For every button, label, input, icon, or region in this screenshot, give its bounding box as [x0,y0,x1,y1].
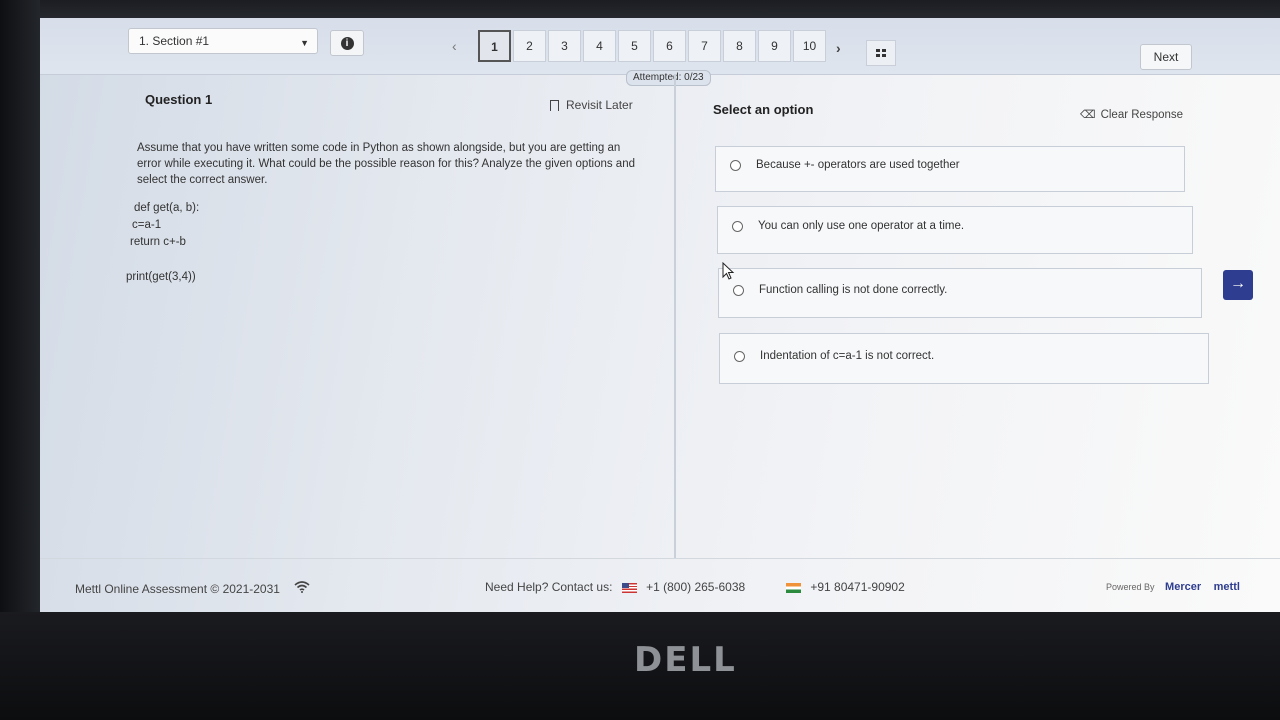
options-heading: Select an option [713,102,814,117]
page-button-10[interactable]: 10 [793,30,826,62]
mercer-logo: Mercer [1165,581,1202,593]
wifi-icon [294,581,310,596]
info-button[interactable]: i [330,30,364,56]
page-button-5[interactable]: 5 [618,30,651,62]
radio-button[interactable] [732,221,743,232]
powered-by-label: Powered By [1106,582,1155,592]
eraser-icon: ⌫ [1080,109,1096,121]
prev-page-arrow[interactable]: ‹ [452,38,457,54]
code-line: print(get(3,4)) [126,271,196,283]
page-button-4[interactable]: 4 [583,30,616,62]
grid-icon [876,49,886,57]
us-flag-icon [621,582,637,593]
option-label: Indentation of c=a-1 is not correct. [760,350,935,362]
page-button-6[interactable]: 6 [653,30,686,62]
option-label: Because +- operators are used together [756,159,960,171]
help-contact-india: +91 80471-90902 [780,580,905,594]
option-1[interactable]: Because +- operators are used together [715,146,1185,192]
clear-response-label: Clear Response [1100,108,1184,121]
dell-logo: DELL [634,640,737,680]
pane-divider [674,74,676,558]
screen: 1. Section #1 ▼ i ‹ 1 2 3 4 5 6 7 8 9 10… [40,18,1280,614]
radio-button[interactable] [733,285,744,296]
next-button[interactable]: Next [1140,44,1192,70]
top-bar: 1. Section #1 ▼ i ‹ 1 2 3 4 5 6 7 8 9 10… [40,18,1280,75]
revisit-later-button[interactable]: Revisit Later [550,98,633,112]
section-dropdown[interactable]: 1. Section #1 ▼ [128,28,318,54]
copyright-text: Mettl Online Assessment © 2021-2031 [75,582,280,596]
monitor-bezel-left [0,0,40,620]
page-button-2[interactable]: 2 [513,30,546,62]
clear-response-button[interactable]: ⌫ Clear Response [1080,108,1184,122]
help-contact: Need Help? Contact us: +1 (800) 265-6038 [485,580,745,594]
page-button-8[interactable]: 8 [723,30,756,62]
chevron-down-icon: ▼ [300,38,309,48]
code-line: def get(a, b): [134,202,200,214]
option-3[interactable]: Function calling is not done correctly. [718,268,1202,318]
grid-view-button[interactable] [866,40,896,66]
footer: Mettl Online Assessment © 2021-2031 Need… [40,558,1280,614]
page-button-9[interactable]: 9 [758,30,791,62]
mettl-logo: mettl [1213,581,1240,593]
india-flag-icon [786,582,801,593]
code-line: return c+-b [130,236,186,248]
help-label: Need Help? Contact us: [485,580,613,594]
radio-button[interactable] [730,160,741,171]
page-button-1[interactable]: 1 [478,30,511,62]
bookmark-icon [550,99,559,111]
code-line: c=a-1 [132,219,162,231]
option-2[interactable]: You can only use one operator at a time. [717,206,1193,254]
powered-by: Powered By Mercer mettl [1106,581,1240,593]
info-icon: i [340,36,354,50]
page-button-3[interactable]: 3 [548,30,581,62]
question-pager: 1 2 3 4 5 6 7 8 9 10 [478,30,828,62]
question-title: Question 1 [145,92,213,107]
question-text: Assume that you have written some code i… [137,142,635,186]
option-4[interactable]: Indentation of c=a-1 is not correct. [719,333,1209,384]
section-dropdown-label: 1. Section #1 [139,34,210,48]
radio-button[interactable] [734,351,745,362]
page-button-7[interactable]: 7 [688,30,721,62]
attempted-badge: Attempted: 0/23 [626,70,711,86]
phone-in: +91 80471-90902 [810,580,905,594]
option-label: Function calling is not done correctly. [759,284,948,296]
revisit-later-label: Revisit Later [566,98,633,112]
option-label: You can only use one operator at a time. [758,220,965,232]
phone-us: +1 (800) 265-6038 [646,580,746,594]
expand-arrow-button[interactable]: → [1223,270,1253,300]
mouse-cursor-icon [722,262,735,280]
next-page-arrow[interactable]: › [836,40,841,56]
